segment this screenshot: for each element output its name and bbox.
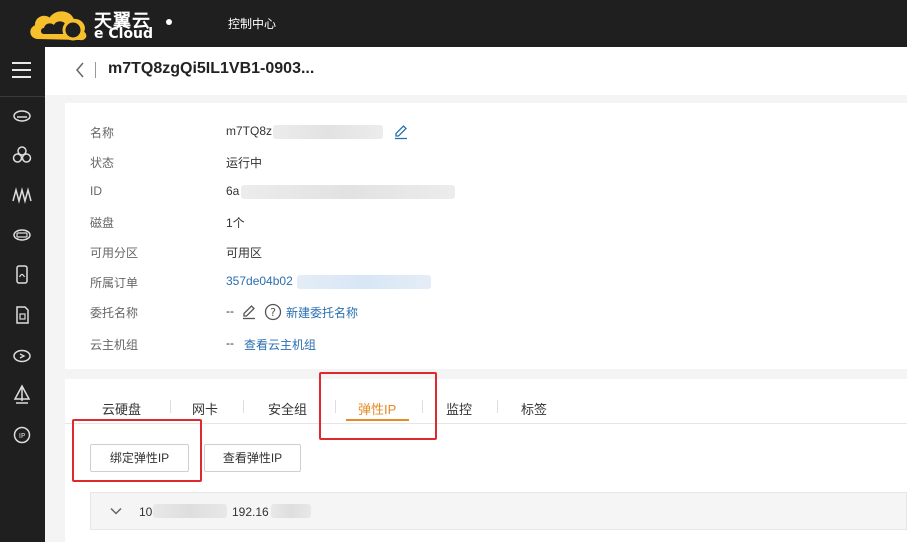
disk-value: 1个 bbox=[226, 216, 245, 230]
disk-label: 磁盘 bbox=[90, 216, 115, 230]
ip-icon[interactable]: IP bbox=[9, 422, 35, 448]
mobile-icon[interactable] bbox=[9, 262, 35, 288]
cluster-icon[interactable] bbox=[9, 142, 35, 168]
edit-icon[interactable] bbox=[393, 124, 409, 140]
view-eip-button[interactable]: 查看弹性IP bbox=[204, 444, 301, 472]
id-value: 6a bbox=[226, 184, 240, 198]
delegate-label: 委托名称 bbox=[90, 306, 139, 320]
help-icon[interactable]: ? bbox=[264, 303, 282, 321]
instance-info-card: 名称 m7TQ8z 状态 运行中 ID 6a 磁盘 1个 可用分区 可用区 所属… bbox=[65, 103, 907, 369]
info-row-order: 所属订单 357de04b02 bbox=[65, 272, 907, 292]
tab-cloud-disk[interactable]: 云硬盘 bbox=[102, 399, 141, 418]
console-link[interactable]: 控制中心 bbox=[228, 15, 276, 32]
ecloud-logo[interactable]: 天翼云 e Cloud bbox=[28, 6, 168, 42]
redacted-area bbox=[273, 125, 383, 139]
redacted-area bbox=[271, 504, 311, 518]
cloud-logo-icon bbox=[30, 11, 87, 41]
edit-icon[interactable] bbox=[241, 304, 257, 320]
info-row-name: 名称 m7TQ8z bbox=[65, 122, 907, 142]
tab-security-group[interactable]: 安全组 bbox=[268, 399, 307, 418]
info-row-status: 状态 运行中 bbox=[65, 152, 907, 172]
order-link[interactable]: 357de04b02 bbox=[226, 274, 293, 288]
menu-icon[interactable] bbox=[0, 47, 45, 94]
new-delegate-link[interactable]: 新建委托名称 bbox=[286, 304, 358, 321]
document-icon[interactable] bbox=[9, 302, 35, 328]
storage-icon[interactable] bbox=[9, 222, 35, 248]
info-row-delegate: 委托名称 -- ? 新建委托名称 bbox=[65, 302, 907, 322]
info-row-zone: 可用分区 可用区 bbox=[65, 242, 907, 262]
eip-list-row[interactable]: 10 192.16 bbox=[90, 492, 907, 530]
eip-public-ip: 192.16 bbox=[232, 505, 269, 519]
info-row-id: ID 6a bbox=[65, 182, 907, 202]
highlight-bind-button bbox=[72, 419, 202, 482]
highlight-eip-tab bbox=[319, 372, 437, 440]
info-row-group: 云主机组 -- 查看云主机组 bbox=[65, 334, 907, 354]
redacted-area bbox=[153, 504, 227, 518]
cloud-host-icon[interactable] bbox=[9, 102, 35, 128]
view-group-link[interactable]: 查看云主机组 bbox=[244, 336, 316, 353]
page-title: m7TQ8zgQi5IL1VB1-0903... bbox=[108, 60, 315, 77]
delegate-value: -- bbox=[226, 304, 234, 318]
info-row-disk: 磁盘 1个 bbox=[65, 212, 907, 232]
tab-separator bbox=[497, 400, 498, 413]
order-label: 所属订单 bbox=[90, 276, 139, 290]
redacted-area bbox=[241, 185, 455, 199]
top-bar: 天翼云 e Cloud 控制中心 bbox=[0, 0, 907, 47]
name-value: m7TQ8z bbox=[226, 124, 273, 138]
group-value: -- bbox=[226, 336, 234, 350]
group-label: 云主机组 bbox=[90, 338, 139, 352]
name-label: 名称 bbox=[90, 126, 115, 140]
zone-label: 可用分区 bbox=[90, 246, 139, 260]
cloud-speed-icon[interactable] bbox=[9, 342, 35, 368]
redacted-area bbox=[297, 275, 431, 289]
tab-tags[interactable]: 标签 bbox=[521, 399, 547, 418]
network-icon[interactable] bbox=[9, 182, 35, 208]
svg-text:IP: IP bbox=[19, 432, 25, 440]
id-label: ID bbox=[90, 184, 102, 198]
tab-nic[interactable]: 网卡 bbox=[192, 399, 218, 418]
status-label: 状态 bbox=[90, 156, 115, 170]
chevron-down-icon[interactable] bbox=[109, 504, 123, 518]
sidebar-divider bbox=[0, 96, 45, 97]
title-separator bbox=[95, 62, 96, 78]
svg-text:?: ? bbox=[270, 306, 276, 319]
tab-separator bbox=[170, 400, 171, 413]
zone-value: 可用区 bbox=[226, 246, 263, 260]
eip-private-ip: 10 bbox=[139, 505, 153, 519]
logo-text-en: e Cloud bbox=[94, 26, 154, 42]
back-icon[interactable] bbox=[73, 59, 87, 81]
tab-separator bbox=[243, 400, 244, 413]
tab-monitor[interactable]: 监控 bbox=[446, 399, 472, 418]
status-value: 运行中 bbox=[226, 156, 263, 170]
left-sidebar: IP bbox=[0, 47, 45, 542]
page-header: m7TQ8zgQi5IL1VB1-0903... bbox=[45, 47, 907, 95]
sail-icon[interactable] bbox=[9, 382, 35, 408]
logo-separator-dot bbox=[166, 19, 172, 25]
